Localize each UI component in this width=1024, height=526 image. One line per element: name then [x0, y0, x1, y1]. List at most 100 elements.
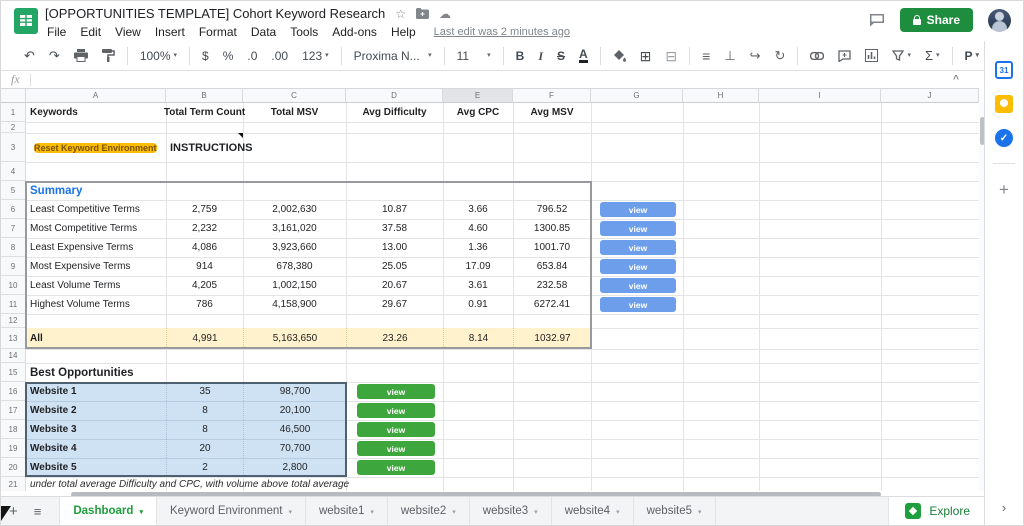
cell-total-msv[interactable]: 2,800	[243, 458, 346, 477]
cell-website[interactable]: Website 4	[26, 439, 166, 458]
cell-avg-cpc[interactable]: 1.36	[443, 238, 513, 257]
cloud-saved-icon[interactable]: ☁	[439, 8, 451, 20]
tab-website3[interactable]: website3	[470, 497, 552, 525]
text-rotation-icon[interactable]	[768, 49, 793, 62]
tab-keyword-environment[interactable]: Keyword Environment	[157, 497, 306, 525]
cells-area[interactable]: Keywords Total Term Count Total MSV Avg …	[25, 103, 979, 491]
font-select[interactable]: Proxima N...	[347, 50, 439, 62]
last-edit-link[interactable]: Last edit was 2 minutes ago	[434, 26, 570, 38]
row-header[interactable]: 12	[1, 314, 26, 328]
menu-insert[interactable]: Insert	[155, 25, 185, 39]
column-header-d[interactable]: D	[346, 89, 443, 103]
formula-input[interactable]	[31, 71, 953, 88]
row-header[interactable]: 8	[1, 238, 26, 257]
cell-total-msv[interactable]: 1,002,150	[243, 276, 346, 295]
cell-term-count-header[interactable]: Total Term Count	[164, 103, 245, 122]
cell-label[interactable]: Least Volume Terms	[26, 276, 166, 295]
view-button[interactable]: view	[600, 278, 676, 293]
view-button[interactable]: view	[357, 403, 435, 418]
cell-avg-difficulty[interactable]: 37.58	[346, 219, 443, 238]
view-button[interactable]: view	[357, 422, 435, 437]
cell-label[interactable]: Most Competitive Terms	[26, 219, 166, 238]
tab-website1[interactable]: website1	[306, 497, 388, 525]
tab-dashboard[interactable]: Dashboard	[59, 497, 157, 525]
cell-term-count[interactable]: 786	[166, 295, 243, 314]
cell-term-count[interactable]: 8	[166, 420, 243, 439]
cell-term-count[interactable]: 4,086	[166, 238, 243, 257]
cell-avg-msv-header[interactable]: Avg MSV	[513, 103, 591, 122]
borders-icon[interactable]	[633, 49, 659, 63]
best-opportunities-title[interactable]: Best Opportunities	[26, 363, 246, 382]
cell-avg-msv[interactable]: 1032.97	[513, 328, 591, 349]
tab-website4[interactable]: website4	[552, 497, 634, 525]
cell-all-label[interactable]: All	[26, 328, 166, 349]
insert-chart-icon[interactable]	[858, 49, 885, 62]
tasks-icon[interactable]: ✓	[995, 129, 1013, 147]
menu-edit[interactable]: Edit	[80, 25, 101, 39]
menu-addons[interactable]: Add-ons	[332, 25, 377, 39]
column-header-a[interactable]: A	[26, 89, 166, 103]
cell-term-count[interactable]: 2,759	[166, 200, 243, 219]
cell-total-msv[interactable]: 678,380	[243, 257, 346, 276]
tab-menu-icon[interactable]	[288, 505, 292, 517]
cell-avg-difficulty[interactable]: 20.67	[346, 276, 443, 295]
menu-data[interactable]: Data	[251, 25, 276, 39]
column-header-c[interactable]: C	[243, 89, 346, 103]
row-header[interactable]: 13	[1, 328, 26, 349]
cell-avg-cpc[interactable]: 0.91	[443, 295, 513, 314]
star-icon[interactable]: ☆	[395, 8, 406, 20]
increase-decimal-icon[interactable]: .00	[264, 50, 295, 62]
get-addons-icon[interactable]: +	[999, 180, 1009, 200]
tab-menu-icon[interactable]	[452, 505, 456, 517]
cell-total-msv[interactable]: 2,002,630	[243, 200, 346, 219]
calendar-icon[interactable]: 31	[995, 61, 1013, 79]
cell-label[interactable]: Least Expensive Terms	[26, 238, 166, 257]
cell-total-msv[interactable]: 70,700	[243, 439, 346, 458]
cell-term-count[interactable]: 4,205	[166, 276, 243, 295]
cell-avg-cpc-header[interactable]: Avg CPC	[443, 103, 513, 122]
tab-menu-icon[interactable]	[698, 505, 702, 517]
menu-file[interactable]: File	[47, 25, 66, 39]
tab-menu-icon[interactable]	[370, 505, 374, 517]
cell-avg-msv[interactable]: 232.58	[513, 276, 591, 295]
text-color-icon[interactable]: A	[579, 48, 588, 63]
row-header[interactable]: 9	[1, 257, 26, 276]
row-header[interactable]: 2	[1, 122, 26, 133]
reset-keyword-environment-button[interactable]: Reset Keyword Environment	[34, 142, 157, 153]
cell-avg-cpc[interactable]: 4.60	[443, 219, 513, 238]
cell-website[interactable]: Website 5	[26, 458, 166, 477]
explore-button[interactable]: Explore	[888, 497, 986, 525]
collapse-formula-bar-icon[interactable]: ^	[953, 74, 979, 85]
column-header-g[interactable]: G	[591, 89, 683, 103]
view-button[interactable]: view	[357, 460, 435, 475]
column-header-b[interactable]: B	[166, 89, 243, 103]
view-button[interactable]: view	[600, 240, 676, 255]
cell-avg-difficulty-header[interactable]: Avg Difficulty	[346, 103, 443, 122]
functions-icon[interactable]: Σ	[918, 49, 947, 62]
cell-website[interactable]: Website 3	[26, 420, 166, 439]
cell-term-count[interactable]: 4,991	[166, 328, 243, 349]
column-header-h[interactable]: H	[683, 89, 759, 103]
bold-icon[interactable]: B	[509, 50, 532, 62]
cell-total-msv[interactable]: 46,500	[243, 420, 346, 439]
view-button[interactable]: view	[357, 384, 435, 399]
column-header-f[interactable]: F	[513, 89, 591, 103]
text-wrap-icon[interactable]	[743, 49, 768, 62]
cell-website[interactable]: Website 1	[26, 382, 166, 401]
cell-keywords-header[interactable]: Keywords	[26, 103, 166, 122]
column-header-j[interactable]: J	[881, 89, 979, 103]
row-header[interactable]: 14	[1, 349, 26, 363]
view-button[interactable]: view	[600, 297, 676, 312]
cell-total-msv[interactable]: 3,161,020	[243, 219, 346, 238]
cell-total-msv[interactable]: 3,923,660	[243, 238, 346, 257]
row-header[interactable]: 17	[1, 401, 26, 420]
comment-history-icon[interactable]	[869, 13, 885, 27]
column-header-i[interactable]: I	[759, 89, 881, 103]
row-header[interactable]: 20	[1, 458, 26, 477]
filter-icon[interactable]	[885, 50, 918, 61]
move-to-folder-icon[interactable]	[416, 8, 430, 19]
cell-avg-cpc[interactable]: 3.66	[443, 200, 513, 219]
zoom-select[interactable]: 100%	[133, 50, 184, 62]
menu-help[interactable]: Help	[391, 25, 416, 39]
tab-menu-icon[interactable]	[534, 505, 538, 517]
